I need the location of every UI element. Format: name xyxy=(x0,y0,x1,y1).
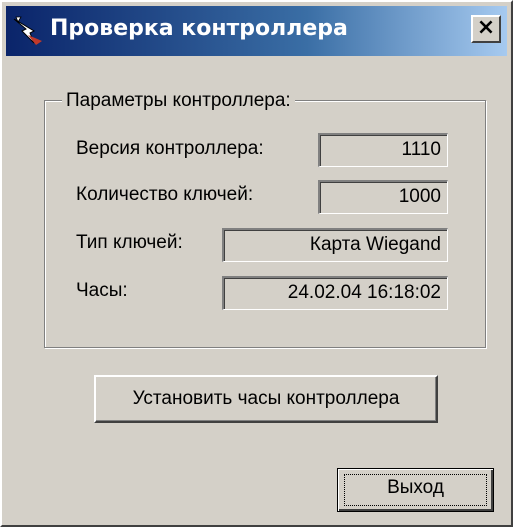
app-icon xyxy=(13,16,42,45)
keys-count-label: Количество ключей: xyxy=(76,184,254,205)
exit-button[interactable]: Выход xyxy=(337,468,494,512)
key-type-label: Тип ключей: xyxy=(76,232,183,253)
window-title: Проверка контроллера xyxy=(50,16,348,41)
version-label: Версия контроллера: xyxy=(76,138,264,159)
group-title: Параметры контроллера: xyxy=(62,90,295,112)
version-field: 1110 xyxy=(318,133,448,167)
clock-field: 24.02.04 16:18:02 xyxy=(222,276,448,310)
title-bar[interactable]: Проверка контроллера × xyxy=(6,6,507,56)
set-clock-button[interactable]: Установить часы контроллера xyxy=(94,375,438,423)
close-icon: × xyxy=(476,15,496,40)
focus-rectangle xyxy=(344,474,487,506)
dialog-window: Проверка контроллера × Параметры контрол… xyxy=(0,0,513,527)
key-type-field: Карта Wiegand xyxy=(222,228,448,262)
close-button[interactable]: × xyxy=(471,15,501,43)
keys-count-field: 1000 xyxy=(318,180,448,214)
clock-label: Часы: xyxy=(76,280,128,301)
